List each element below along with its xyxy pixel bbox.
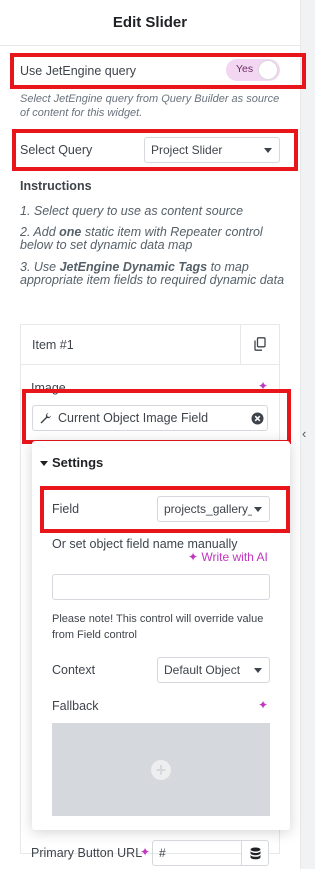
instruction-step-1: 1. Select query to use as content source: [20, 204, 244, 218]
caret-down-icon: [254, 507, 262, 512]
field-select[interactable]: projects_gallery_: [157, 496, 270, 522]
step3-prefix: 3. Use: [20, 260, 60, 274]
sparkle-icon: ✦: [188, 550, 199, 564]
plus-icon[interactable]: +: [151, 760, 171, 780]
manual-field-label: Or set object field name manually: [52, 537, 238, 551]
query-toggle-switch[interactable]: Yes: [226, 59, 280, 81]
panel-title: Edit Slider: [112, 14, 188, 31]
repeater-item-header[interactable]: Item #1: [20, 324, 280, 365]
fallback-label: Fallback: [52, 699, 99, 713]
repeater-item-title: Item #1: [32, 338, 74, 352]
context-label: Context: [52, 663, 96, 677]
primary-button-url-input[interactable]: #: [152, 840, 242, 866]
toggle-knob: [258, 60, 278, 80]
toggle-value: Yes: [236, 63, 254, 75]
fallback-image-dropzone[interactable]: +: [52, 723, 270, 816]
chevron-left-icon[interactable]: ‹: [302, 426, 306, 441]
manual-field-input[interactable]: [52, 574, 270, 600]
sparkle-icon[interactable]: ✦: [258, 698, 268, 712]
step3-bold: JetEngine Dynamic Tags: [59, 260, 208, 274]
image-dynamic-tag[interactable]: Current Object Image Field: [32, 405, 268, 431]
primary-button-url-value: #: [159, 846, 166, 860]
select-query-label: Select Query: [20, 143, 93, 157]
context-select-value: Default Object: [164, 663, 241, 677]
instruction-step-2: 2. Add one static item with Repeater con…: [20, 226, 290, 252]
context-select[interactable]: Default Object: [157, 657, 270, 683]
write-with-ai-link[interactable]: ✦ Write with AI: [188, 550, 268, 564]
sparkle-icon[interactable]: ✦: [140, 845, 150, 859]
instruction-step-3: 3. Use JetEngine Dynamic Tags to map app…: [20, 261, 292, 287]
settings-title[interactable]: Settings: [52, 455, 103, 470]
instructions-title: Instructions: [20, 179, 92, 193]
query-toggle-help: Select JetEngine query from Query Builde…: [20, 93, 280, 119]
image-dynamic-value: Current Object Image Field: [58, 411, 209, 425]
select-query-dropdown[interactable]: Project Slider: [144, 137, 280, 163]
step2-prefix: 2. Add: [20, 225, 60, 239]
clear-icon[interactable]: [251, 412, 264, 425]
field-select-value: projects_gallery_: [164, 502, 252, 516]
step2-bold: one: [59, 225, 82, 239]
wrench-icon[interactable]: [39, 412, 52, 425]
primary-button-url-label: Primary Button URL: [31, 846, 143, 860]
field-label: Field: [52, 502, 80, 516]
query-toggle-label: Use JetEngine query: [20, 64, 137, 78]
dynamic-tags-button[interactable]: [241, 840, 269, 866]
override-note: Please note! This control will override …: [52, 613, 264, 641]
write-with-ai-label: Write with AI: [201, 550, 268, 564]
caret-down-icon: [264, 148, 272, 153]
header-divider: [240, 325, 241, 364]
caret-down-icon[interactable]: [40, 461, 48, 466]
panel-header: Edit Slider: [0, 0, 300, 46]
caret-down-icon: [254, 668, 262, 673]
select-query-value: Project Slider: [151, 143, 223, 157]
database-icon: [250, 847, 261, 860]
copy-icon[interactable]: [254, 337, 266, 351]
